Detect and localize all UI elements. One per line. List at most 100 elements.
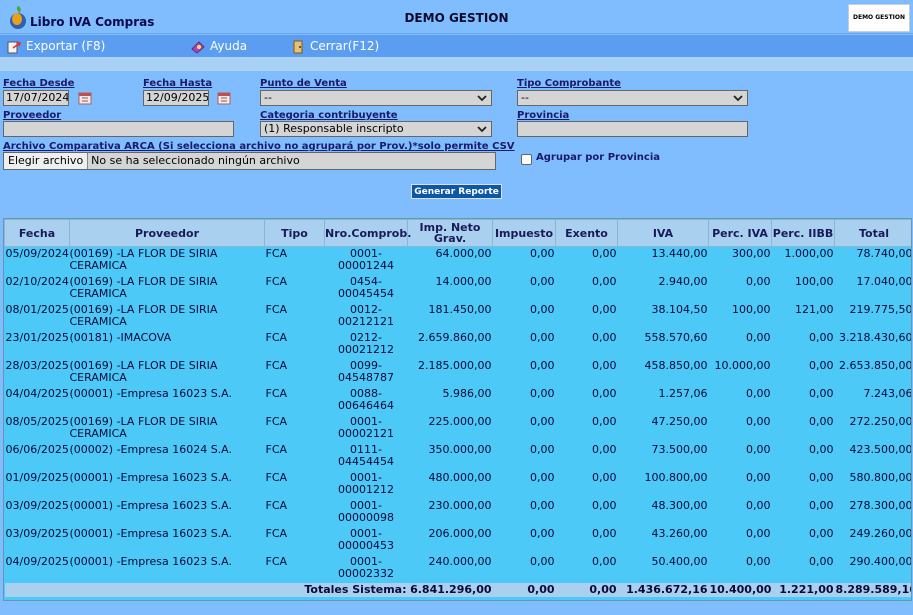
cell-fecha: 04/09/2025 (5, 554, 69, 568)
col-header-perc-iibb[interactable]: Perc. IIBB (771, 219, 835, 247)
cell-impuesto: 0,00 (530, 470, 555, 484)
table-header-row: Fecha Proveedor Tipo Nro.Comprob. Imp. N… (4, 219, 911, 247)
cell-iva: 2.940,00 (658, 274, 708, 288)
proveedor-input[interactable] (3, 121, 234, 137)
agrupar-label: Agrupar por Provincia (536, 152, 661, 163)
table-row[interactable]: 03/09/2025 (00001) -Empresa 16023 S.A. FCA… (5, 498, 912, 527)
close-button[interactable]: Cerrar(F12) (290, 38, 379, 54)
col-header-iva[interactable]: IVA (617, 219, 709, 247)
table-row[interactable]: 04/09/2025 (00001) -Empresa 16023 S.A. FCA… (5, 554, 912, 583)
cell-iva: 100.800,00 (644, 470, 708, 484)
cell-tipo: FCA (265, 470, 288, 484)
cell-exento: 0,00 (592, 554, 617, 568)
categoria-select[interactable]: (1) Responsable inscripto (260, 121, 492, 137)
table-row[interactable]: 03/09/2025 (00001) -Empresa 16023 S.A. FCA… (5, 526, 912, 555)
cell-tipo: FCA (265, 302, 288, 316)
total-impuesto: 0,00 (492, 582, 556, 597)
company-name: DEMO GESTION (404, 11, 509, 25)
cell-tipo: FCA (265, 414, 288, 428)
cell-proveedor: (00001) -Empresa 16023 S.A. (69, 526, 233, 540)
choose-file-button[interactable]: Elegir archivo (4, 153, 89, 169)
cell-proveedor: (00169) -LA FLOR DE SIRIA CERAMICA (69, 274, 218, 300)
cell-nro-comprob: 0212-00021212 (338, 330, 394, 356)
file-status-text: No se ha seleccionado ningún archivo (91, 154, 300, 167)
export-icon (7, 40, 22, 53)
cell-imp-neto: 5.986,00 (442, 386, 492, 400)
cell-iva: 73.500,00 (651, 442, 708, 456)
cell-proveedor: (00001) -Empresa 16023 S.A. (69, 554, 233, 568)
fecha-desde-input[interactable]: 17/07/2024 (3, 90, 69, 106)
cell-imp-neto: 2.659.860,00 (418, 330, 492, 344)
calendar-icon[interactable] (216, 90, 232, 106)
file-input[interactable]: Elegir archivo No se ha seleccionado ning… (3, 152, 496, 170)
cell-perc-iva: 0,00 (746, 526, 771, 540)
cell-exento: 0,00 (592, 442, 617, 456)
total-perc-iva: 10.400,00 (708, 582, 772, 597)
col-header-fecha[interactable]: Fecha (4, 219, 70, 247)
cell-impuesto: 0,00 (530, 386, 555, 400)
cell-iva: 38.104,50 (651, 302, 708, 316)
provincia-label: Provincia (517, 110, 570, 121)
table-row[interactable]: 01/09/2025 (00001) -Empresa 16023 S.A. FCA… (5, 470, 912, 499)
cell-impuesto: 0,00 (530, 442, 555, 456)
tipo-comprobante-select[interactable]: -- (517, 90, 748, 106)
agrupar-checkbox[interactable] (521, 154, 532, 165)
cell-fecha: 05/09/2024 (5, 247, 69, 260)
cell-imp-neto: 64.000,00 (435, 247, 492, 260)
close-icon (293, 40, 303, 53)
cell-tipo: FCA (265, 358, 288, 372)
table-row[interactable]: 05/09/2024 (00169) -LA FLOR DE SIRIA CERA… (5, 247, 912, 275)
cell-iva: 43.260,00 (651, 526, 708, 540)
col-header-impuesto[interactable]: Impuesto (492, 219, 556, 247)
provincia-input[interactable] (517, 121, 748, 137)
cell-exento: 0,00 (592, 358, 617, 372)
total-iva: 1.436.672,16 (617, 582, 709, 597)
col-header-total[interactable]: Total (834, 219, 911, 247)
cell-exento: 0,00 (592, 526, 617, 540)
total-exento: 0,00 (555, 582, 618, 597)
table-row[interactable]: 04/04/2025 (00001) -Empresa 16023 S.A. FCA… (5, 386, 912, 415)
cell-tipo: FCA (265, 554, 288, 568)
generate-report-button[interactable]: Generar Reporte (411, 184, 502, 199)
cell-perc-iva: 0,00 (746, 274, 771, 288)
fecha-hasta-input[interactable]: 12/09/2025 (143, 90, 209, 106)
cell-perc-iibb: 121,00 (795, 302, 834, 316)
col-header-imp-neto[interactable]: Imp. Neto Grav. (407, 219, 493, 247)
cell-iva: 47.250,00 (651, 414, 708, 428)
cell-total: 17.040,00 (856, 274, 912, 288)
categoria-value: (1) Responsable inscripto (264, 122, 404, 135)
cell-tipo: FCA (265, 247, 288, 260)
cell-total: 278.300,00 (849, 498, 912, 512)
cell-proveedor: (00001) -Empresa 16023 S.A. (69, 470, 233, 484)
cell-iva: 13.440,00 (651, 247, 708, 260)
punto-venta-select[interactable]: -- (260, 90, 492, 106)
cell-fecha: 23/01/2025 (5, 330, 69, 344)
col-header-perc-iva[interactable]: Perc. IVA (708, 219, 772, 247)
table-row[interactable]: 08/05/2025 (00169) -LA FLOR DE SIRIA CERA… (5, 414, 912, 443)
table-row[interactable]: 28/03/2025 (00169) -LA FLOR DE SIRIA CERA… (5, 358, 912, 387)
cell-perc-iibb: 0,00 (809, 554, 834, 568)
title-bar: Libro IVA Compras DEMO GESTION DEMO GEST… (0, 0, 913, 34)
cell-imp-neto: 206.000,00 (428, 526, 492, 540)
col-header-nro-comprob[interactable]: Nro.Comprob. (324, 219, 411, 247)
cell-tipo: FCA (265, 330, 288, 344)
cell-fecha: 08/01/2025 (5, 302, 69, 316)
col-header-exento[interactable]: Exento (555, 219, 618, 247)
export-button[interactable]: Exportar (F8) (6, 38, 105, 54)
table-row[interactable]: 02/10/2024 (00169) -LA FLOR DE SIRIA CERA… (5, 274, 912, 303)
company-logo: DEMO GESTION (848, 4, 910, 32)
cell-proveedor: (00169) -LA FLOR DE SIRIA CERAMICA (69, 414, 218, 440)
table-row[interactable]: 23/01/2025 (00181) -IMACOVA FCA 0212-000212… (5, 330, 912, 359)
report-table: Fecha Proveedor Tipo Nro.Comprob. Imp. N… (3, 218, 912, 601)
calendar-icon[interactable] (77, 90, 93, 106)
cell-nro-comprob: 0001-00000098 (338, 498, 394, 524)
cell-total: 290.400,00 (849, 554, 912, 568)
cell-fecha: 01/09/2025 (5, 470, 69, 484)
table-row[interactable]: 06/06/2025 (00002) -Empresa 16024 S.A. FCA… (5, 442, 912, 471)
cell-total: 580.800,00 (849, 470, 912, 484)
col-header-tipo[interactable]: Tipo (264, 219, 325, 247)
table-row[interactable]: 08/01/2025 (00169) -LA FLOR DE SIRIA CERA… (5, 302, 912, 331)
cell-iva: 48.300,00 (651, 498, 708, 512)
help-button[interactable]: Ayuda (190, 38, 247, 54)
col-header-proveedor[interactable]: Proveedor (69, 219, 265, 247)
